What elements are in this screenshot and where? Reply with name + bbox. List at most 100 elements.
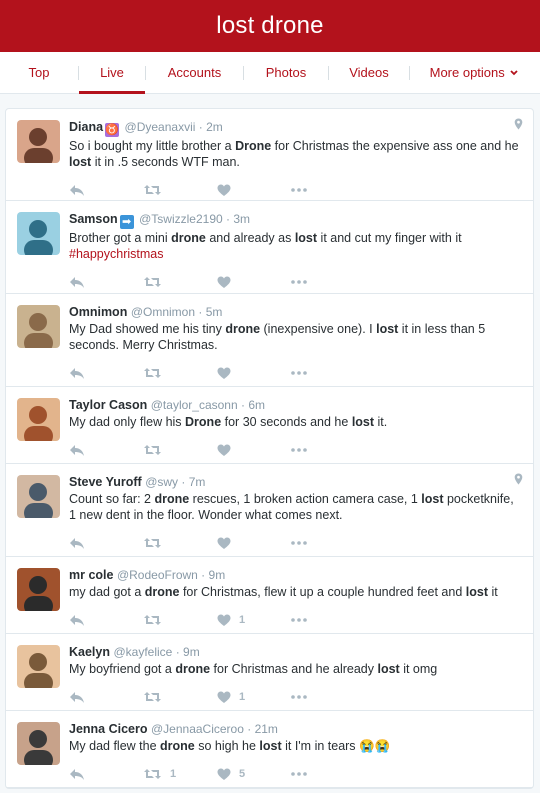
tab-videos[interactable]: Videos <box>329 52 409 94</box>
heart-icon <box>217 537 231 549</box>
more-dots-icon <box>291 280 307 284</box>
tweet-author-name[interactable]: Steve Yuroff <box>69 475 142 489</box>
tweet-author-name[interactable]: Samson <box>69 212 118 226</box>
tweet-actions: 1 5 <box>69 764 521 784</box>
tweet-item[interactable]: mr cole @RodeoFrown · 9m my dad got a dro… <box>6 557 533 634</box>
reply-button[interactable] <box>69 691 143 704</box>
tweet-actions <box>69 180 521 200</box>
tweet-item[interactable]: Taylor Cason @taylor_casonn · 6m My dad o… <box>6 387 533 464</box>
like-button[interactable] <box>217 367 291 380</box>
tweet-item[interactable]: Samson ➡ @Tswizzle2190 · 3m Brother got a … <box>6 201 533 294</box>
reply-button[interactable] <box>69 537 143 550</box>
retweet-button[interactable] <box>143 614 217 626</box>
more-button[interactable] <box>291 695 365 699</box>
avatar[interactable] <box>17 475 60 518</box>
tweet-item[interactable]: Kaelyn @kayfelice · 9m My boyfriend got a… <box>6 634 533 711</box>
tweet-timestamp[interactable]: 9m <box>209 568 226 582</box>
tweet-author-name[interactable]: Jenna Cicero <box>69 722 148 736</box>
more-button[interactable] <box>291 448 365 452</box>
reply-button[interactable] <box>69 276 143 289</box>
tweet-text-segment: for 30 seconds and he <box>221 415 352 429</box>
more-button[interactable] <box>291 371 365 375</box>
more-button[interactable] <box>291 188 365 192</box>
tweet-author-name[interactable]: Diana <box>69 120 103 134</box>
location-pin-icon[interactable] <box>514 117 523 135</box>
tweet-text-highlight: lost <box>376 322 399 336</box>
tweet-author-name[interactable]: Taylor Cason <box>69 398 147 412</box>
more-dots-icon <box>291 541 307 545</box>
like-button[interactable] <box>217 444 291 457</box>
tweet-text-segment: it. <box>374 415 388 429</box>
more-button[interactable] <box>291 618 365 622</box>
tweet-timestamp[interactable]: 2m <box>206 120 223 134</box>
retweet-button[interactable] <box>143 276 217 288</box>
tweet-text-segment: and already as <box>205 231 295 245</box>
tweet-author-handle[interactable]: @RodeoFrown <box>117 568 198 582</box>
heart-icon <box>217 768 231 780</box>
reply-button[interactable] <box>69 444 143 457</box>
tab-accounts[interactable]: Accounts <box>146 52 243 94</box>
avatar[interactable] <box>17 398 60 441</box>
retweet-button[interactable] <box>143 691 217 703</box>
retweet-button[interactable] <box>143 367 217 379</box>
tweet-timestamp[interactable]: 3m <box>233 212 250 226</box>
tweet-author-name[interactable]: Kaelyn <box>69 645 110 659</box>
tweet-text-highlight: drone <box>171 231 206 245</box>
retweet-button[interactable] <box>143 444 217 456</box>
tweet-item[interactable]: Jenna Cicero @JennaaCiceroo · 21m My dad … <box>6 711 533 788</box>
more-button[interactable] <box>291 280 365 284</box>
tweet-timestamp[interactable]: 21m <box>255 722 278 736</box>
tweet-timestamp[interactable]: 5m <box>206 305 223 319</box>
avatar[interactable] <box>17 305 60 348</box>
tab-photos[interactable]: Photos <box>244 52 328 94</box>
tweet-author-handle[interactable]: @kayfelice <box>113 645 172 659</box>
like-button[interactable]: 5 <box>217 768 291 781</box>
avatar[interactable] <box>17 722 60 765</box>
avatar[interactable] <box>17 212 60 255</box>
location-pin-icon[interactable] <box>514 472 523 490</box>
tweet-text-segment: it I'm in tears 😭😭 <box>281 739 391 753</box>
more-button[interactable] <box>291 772 365 776</box>
more-button[interactable] <box>291 541 365 545</box>
hashtag-link[interactable]: #happychristmas <box>69 247 164 261</box>
tweet-text-segment: rescues, 1 broken action camera case, 1 <box>189 492 422 506</box>
retweet-button[interactable] <box>143 537 217 549</box>
tweet-stream: Diana ♉ @Dyeanaxvii · 2m So i bought my li… <box>5 108 534 789</box>
reply-button[interactable] <box>69 614 143 627</box>
avatar[interactable] <box>17 568 60 611</box>
tweet-item[interactable]: Omnimon @Omnimon · 5m My Dad showed me hi… <box>6 294 533 387</box>
tweet-author-name[interactable]: Omnimon <box>69 305 127 319</box>
tweet-author-handle[interactable]: @Tswizzle2190 <box>139 212 223 226</box>
like-button[interactable]: 1 <box>217 691 291 704</box>
retweet-button[interactable] <box>143 184 217 196</box>
like-button[interactable]: 1 <box>217 614 291 627</box>
tweet-item[interactable]: Diana ♉ @Dyeanaxvii · 2m So i bought my li… <box>6 109 533 201</box>
like-button[interactable] <box>217 184 291 197</box>
like-button[interactable] <box>217 537 291 550</box>
tweet-timestamp[interactable]: 6m <box>248 398 265 412</box>
like-button[interactable] <box>217 276 291 289</box>
tweet-author-handle[interactable]: @Dyeanaxvii <box>125 120 196 134</box>
tweet-actions <box>69 533 521 553</box>
reply-button[interactable] <box>69 768 143 781</box>
tweet-item[interactable]: Steve Yuroff @swy · 7m Count so far: 2 dr… <box>6 464 533 557</box>
tweet-author-name[interactable]: mr cole <box>69 568 113 582</box>
tweet-author-handle[interactable]: @JennaaCiceroo <box>151 722 244 736</box>
more-dots-icon <box>291 695 307 699</box>
avatar[interactable] <box>17 120 60 163</box>
tab-more-options[interactable]: More options <box>410 52 538 94</box>
reply-button[interactable] <box>69 367 143 380</box>
tweet-text-highlight: lost <box>294 231 318 245</box>
tab-top[interactable]: Top <box>0 52 78 94</box>
tweet-author-handle[interactable]: @taylor_casonn <box>151 398 238 412</box>
retweet-button[interactable]: 1 <box>143 768 217 780</box>
tweet-text-segment: it omg <box>399 662 438 676</box>
tab-live[interactable]: Live <box>79 52 145 94</box>
tweet-author-handle[interactable]: @swy <box>145 475 178 489</box>
tweet-timestamp[interactable]: 7m <box>189 475 206 489</box>
tweet-author-handle[interactable]: @Omnimon <box>131 305 195 319</box>
reply-button[interactable] <box>69 184 143 197</box>
avatar[interactable] <box>17 645 60 688</box>
reply-icon <box>70 614 84 626</box>
tweet-timestamp[interactable]: 9m <box>183 645 200 659</box>
